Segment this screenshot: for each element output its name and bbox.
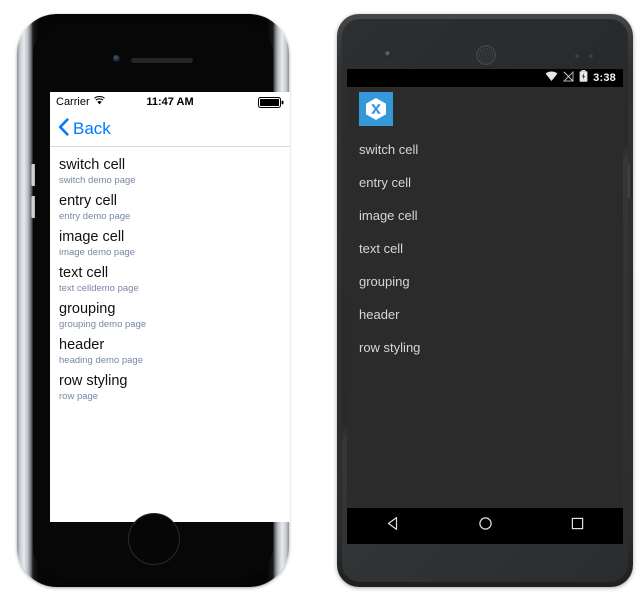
list-item[interactable]: grouping grouping demo page [50, 299, 290, 335]
list-item-detail: grouping demo page [59, 319, 147, 330]
list-item-title: switch cell [59, 157, 126, 173]
list-item-title: entry cell [359, 175, 412, 190]
android-light-sensor [589, 54, 593, 58]
android-navigation-bar [347, 508, 623, 544]
ios-list-view[interactable]: switch cell switch demo page entry cell … [50, 147, 290, 407]
list-item[interactable]: header heading demo page [50, 335, 290, 371]
back-button-label: Back [73, 119, 111, 138]
list-item-title: text cell [59, 265, 109, 281]
list-item-title: switch cell [359, 142, 419, 157]
android-screen: 3:38 switch cell entry cell image cell t… [347, 69, 623, 544]
list-item-title: image cell [59, 229, 125, 245]
android-power-button[interactable] [628, 164, 632, 198]
list-item[interactable]: switch cell [347, 133, 623, 166]
list-item-title: entry cell [59, 193, 118, 209]
list-item[interactable]: entry cell entry demo page [50, 191, 290, 227]
android-proximity-sensor [575, 54, 579, 58]
list-item[interactable]: text cell [347, 232, 623, 265]
list-item-detail: row page [59, 391, 99, 402]
iphone-screen: Carrier 11:47 AM Back switch cell switch… [50, 92, 290, 522]
list-item[interactable]: text cell text celldemo page [50, 263, 290, 299]
iphone-earpiece-speaker [131, 58, 193, 63]
android-app-bar [347, 87, 623, 131]
list-item[interactable]: row styling [347, 331, 623, 364]
ios-navigation-bar: Back [50, 112, 290, 147]
iphone-device: Carrier 11:47 AM Back switch cell switch… [17, 14, 290, 587]
android-front-camera [385, 51, 391, 57]
list-item-detail: image demo page [59, 247, 136, 258]
list-item[interactable]: image cell [347, 199, 623, 232]
list-item[interactable]: entry cell [347, 166, 623, 199]
ios-status-bar: Carrier 11:47 AM [50, 92, 290, 112]
list-item[interactable]: row styling row page [50, 371, 290, 407]
wifi-icon [545, 69, 558, 87]
chevron-left-icon [58, 117, 69, 141]
iphone-volume-up-button[interactable] [31, 164, 35, 186]
list-item-title: header [59, 337, 105, 353]
list-item-title: row styling [359, 340, 421, 355]
iphone-home-button[interactable] [128, 513, 180, 565]
list-item-title: row styling [59, 373, 128, 389]
list-item-detail: switch demo page [59, 175, 136, 186]
android-earpiece-speaker [476, 45, 496, 65]
signal-no-service-icon [562, 69, 574, 87]
list-item-title: text cell [359, 241, 404, 256]
back-button[interactable]: Back [58, 117, 111, 141]
list-item-title: image cell [359, 208, 418, 223]
list-item-detail: entry demo page [59, 211, 131, 222]
list-item-title: header [359, 307, 400, 322]
list-item-detail: text celldemo page [59, 283, 139, 294]
ios-clock: 11:47 AM [146, 96, 194, 108]
list-item[interactable]: header [347, 298, 623, 331]
battery-charging-icon [579, 69, 588, 87]
android-list-view[interactable]: switch cell entry cell image cell text c… [347, 131, 623, 364]
iphone-front-camera [113, 55, 120, 62]
android-clock: 3:38 [593, 72, 616, 84]
list-item-title: grouping [359, 274, 410, 289]
list-item[interactable]: grouping [347, 265, 623, 298]
android-status-bar: 3:38 [347, 69, 623, 87]
iphone-volume-down-button[interactable] [31, 196, 35, 218]
list-item-title: grouping [59, 301, 116, 317]
list-item[interactable]: switch cell switch demo page [50, 155, 290, 191]
list-item[interactable]: image cell image demo page [50, 227, 290, 263]
android-device: 3:38 switch cell entry cell image cell t… [337, 14, 633, 587]
nav-recents-square-icon[interactable] [569, 515, 586, 537]
nav-back-triangle-icon[interactable] [385, 515, 402, 537]
list-item-detail: heading demo page [59, 355, 143, 366]
nav-home-circle-icon[interactable] [477, 515, 494, 537]
xamarin-logo-icon [359, 92, 393, 126]
